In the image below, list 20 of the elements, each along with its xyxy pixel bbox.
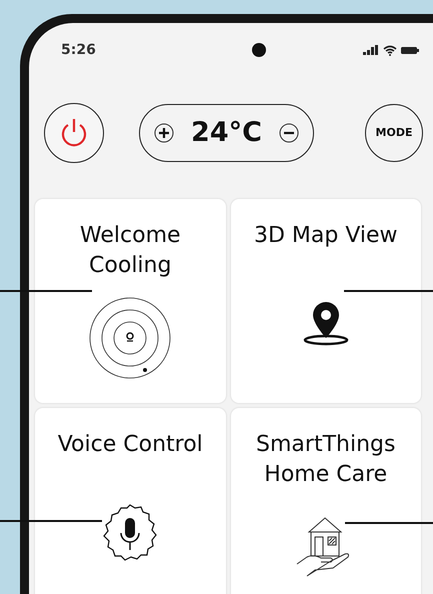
card-title: Voice Control bbox=[56, 431, 204, 459]
temperature-value: 24°C bbox=[191, 116, 262, 150]
minus-button-icon[interactable] bbox=[278, 123, 299, 143]
card-title: Welcome Cooling bbox=[78, 222, 182, 280]
signal-icon bbox=[362, 45, 379, 55]
location-pin-icon bbox=[302, 300, 350, 346]
card-title: 3D Map View bbox=[252, 222, 399, 250]
feature-card[interactable]: SmartThings Home Care bbox=[230, 408, 421, 594]
feature-card[interactable]: 3D Map View bbox=[230, 199, 421, 403]
plus-button-icon[interactable] bbox=[154, 123, 174, 143]
battery-icon bbox=[400, 46, 419, 54]
feature-card[interactable]: Welcome Cooling bbox=[35, 199, 226, 403]
status-time: 5:26 bbox=[61, 40, 96, 60]
card-title: SmartThings Home Care bbox=[255, 431, 396, 489]
wifi-icon bbox=[382, 44, 397, 56]
radar-icon bbox=[89, 297, 172, 379]
mode-button[interactable]: MODE bbox=[365, 104, 423, 162]
feature-card[interactable]: Voice Control bbox=[35, 408, 226, 594]
camera-dot-icon bbox=[252, 43, 266, 57]
power-icon bbox=[60, 118, 88, 148]
